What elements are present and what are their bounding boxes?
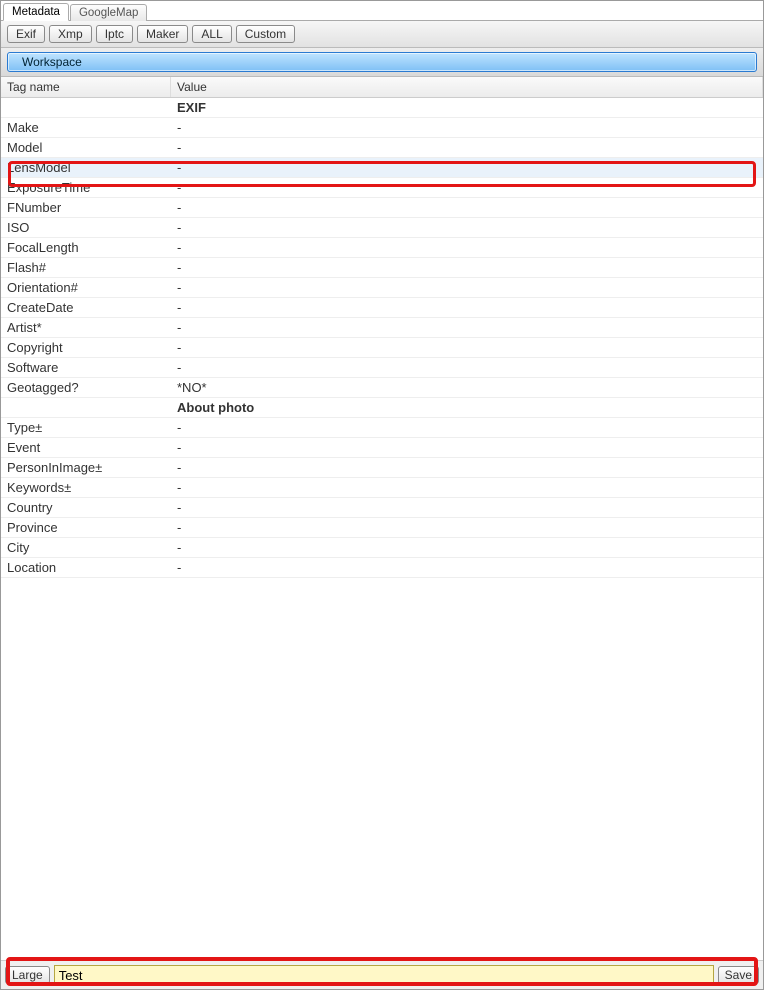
iptc-button[interactable]: Iptc — [96, 25, 133, 43]
tag-value: - — [171, 118, 763, 137]
section-exif: EXIF — [1, 98, 763, 118]
tag-value: - — [171, 178, 763, 197]
column-headers: Tag name Value — [1, 77, 763, 98]
tag-label: FNumber — [1, 198, 171, 217]
tag-label: PersonInImage± — [1, 458, 171, 477]
tag-value: - — [171, 258, 763, 277]
row-createdate[interactable]: CreateDate- — [1, 298, 763, 318]
bottom-bar: Large Save — [1, 961, 763, 989]
row-flash[interactable]: Flash#- — [1, 258, 763, 278]
tab-metadata[interactable]: Metadata — [3, 3, 69, 21]
tag-value: - — [171, 518, 763, 537]
row-exposuretime[interactable]: ExposureTime- — [1, 178, 763, 198]
tag-value: - — [171, 198, 763, 217]
tag-label: Make — [1, 118, 171, 137]
section-about: About photo — [1, 398, 763, 418]
row-type[interactable]: Type±- — [1, 418, 763, 438]
metadata-grid[interactable]: EXIF Make- Model- LensModel- ExposureTim… — [1, 98, 763, 961]
tag-label: Geotagged? — [1, 378, 171, 397]
toolbar-workspace: Workspace — [1, 48, 763, 77]
tag-value: - — [171, 298, 763, 317]
section-label: About photo — [171, 398, 763, 417]
tag-value: - — [171, 238, 763, 257]
custom-button[interactable]: Custom — [236, 25, 295, 43]
tag-value: - — [171, 418, 763, 437]
tag-label: Location — [1, 558, 171, 577]
row-model[interactable]: Model- — [1, 138, 763, 158]
tab-googlemap[interactable]: GoogleMap — [70, 4, 147, 21]
section-label: EXIF — [171, 98, 763, 117]
toolbar-filters: Exif Xmp Iptc Maker ALL Custom — [1, 21, 763, 48]
tag-label: FocalLength — [1, 238, 171, 257]
row-personinimage[interactable]: PersonInImage±- — [1, 458, 763, 478]
exif-button[interactable]: Exif — [7, 25, 45, 43]
tag-label: LensModel — [1, 158, 171, 177]
row-lensmodel[interactable]: LensModel- — [1, 158, 763, 178]
tag-value: - — [171, 318, 763, 337]
tag-label: Country — [1, 498, 171, 517]
tag-label: Orientation# — [1, 278, 171, 297]
col-tag-header[interactable]: Tag name — [1, 77, 171, 97]
maker-button[interactable]: Maker — [137, 25, 188, 43]
tag-value: - — [171, 218, 763, 237]
tag-label: ExposureTime — [1, 178, 171, 197]
tag-value: - — [171, 158, 763, 177]
row-iso[interactable]: ISO- — [1, 218, 763, 238]
tag-value: - — [171, 358, 763, 377]
large-button[interactable]: Large — [5, 966, 50, 984]
tag-value: - — [171, 438, 763, 457]
row-fnumber[interactable]: FNumber- — [1, 198, 763, 218]
col-value-header[interactable]: Value — [171, 77, 763, 97]
tag-label: City — [1, 538, 171, 557]
tag-label: Event — [1, 438, 171, 457]
value-input[interactable] — [54, 965, 714, 985]
tag-label: Keywords± — [1, 478, 171, 497]
row-orientation[interactable]: Orientation#- — [1, 278, 763, 298]
tag-value: *NO* — [171, 378, 763, 397]
row-geotagged[interactable]: Geotagged?*NO* — [1, 378, 763, 398]
row-province[interactable]: Province- — [1, 518, 763, 538]
row-event[interactable]: Event- — [1, 438, 763, 458]
row-copyright[interactable]: Copyright- — [1, 338, 763, 358]
tag-value: - — [171, 558, 763, 577]
tag-value: - — [171, 138, 763, 157]
tag-value: - — [171, 458, 763, 477]
tag-value: - — [171, 278, 763, 297]
tag-value: - — [171, 498, 763, 517]
tag-label: Type± — [1, 418, 171, 437]
tabstrip: Metadata GoogleMap — [1, 1, 763, 21]
row-software[interactable]: Software- — [1, 358, 763, 378]
row-city[interactable]: City- — [1, 538, 763, 558]
tag-label: Model — [1, 138, 171, 157]
tag-label: Artist* — [1, 318, 171, 337]
tag-label: CreateDate — [1, 298, 171, 317]
tag-value: - — [171, 478, 763, 497]
xmp-button[interactable]: Xmp — [49, 25, 92, 43]
tag-label: ISO — [1, 218, 171, 237]
tag-label: Flash# — [1, 258, 171, 277]
tag-label: Copyright — [1, 338, 171, 357]
tag-value: - — [171, 538, 763, 557]
row-country[interactable]: Country- — [1, 498, 763, 518]
tag-value: - — [171, 338, 763, 357]
row-make[interactable]: Make- — [1, 118, 763, 138]
row-focallength[interactable]: FocalLength- — [1, 238, 763, 258]
row-artist[interactable]: Artist*- — [1, 318, 763, 338]
tag-label: Province — [1, 518, 171, 537]
row-location[interactable]: Location- — [1, 558, 763, 578]
tag-label: Software — [1, 358, 171, 377]
workspace-button[interactable]: Workspace — [7, 52, 757, 72]
save-button[interactable]: Save — [718, 966, 759, 984]
row-keywords[interactable]: Keywords±- — [1, 478, 763, 498]
all-button[interactable]: ALL — [192, 25, 231, 43]
